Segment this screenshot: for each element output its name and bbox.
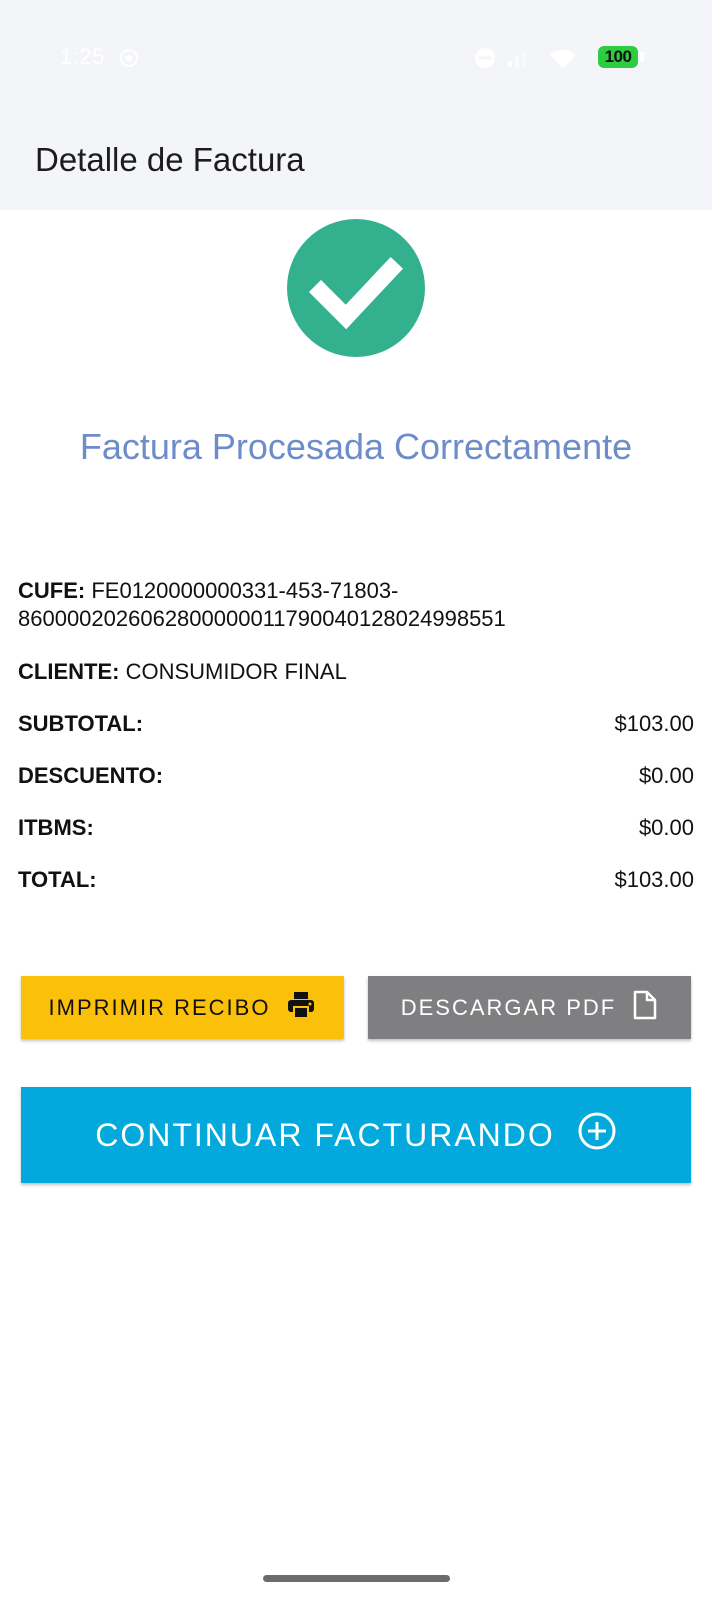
file-icon (632, 990, 658, 1026)
add-circle-icon (577, 1111, 617, 1159)
cliente-row: CLIENTE: CONSUMIDOR FINAL (18, 658, 694, 686)
itbms-label: ITBMS: (18, 815, 94, 840)
status-bar: 1:25 100 (0, 38, 712, 82)
descuento-value: $0.00 (638, 763, 694, 788)
subtotal-value: $103.00 (614, 711, 694, 736)
subtotal-row: SUBTOTAL: $103.00 (18, 710, 694, 738)
cufe-value-line2: 8600002026062800000011790040128024998551 (18, 606, 506, 631)
printer-icon (286, 990, 316, 1026)
cufe-row: CUFE: FE0120000000331-453-71803- 8600002… (18, 577, 694, 633)
download-pdf-label: DESCARGAR PDF (400, 994, 617, 1020)
continue-invoicing-label: CONTINUAR FACTURANDO (95, 1116, 555, 1153)
total-row: TOTAL: $103.00 (18, 866, 694, 894)
signal-icon (506, 47, 528, 74)
home-indicator (263, 1575, 450, 1582)
total-value: $103.00 (614, 867, 694, 892)
success-message: Factura Procesada Correctamente (79, 426, 633, 467)
success-check-icon (287, 219, 425, 357)
itbms-row: ITBMS: $0.00 (18, 814, 694, 842)
battery-tip (640, 52, 644, 62)
page-title: Detalle de Factura (35, 141, 305, 178)
download-pdf-button[interactable]: DESCARGAR PDF (368, 976, 691, 1039)
cliente-value: CONSUMIDOR FINAL (125, 659, 347, 684)
total-label: TOTAL: (18, 867, 97, 892)
print-receipt-label: IMPRIMIR RECIBO (48, 994, 271, 1020)
location-icon (118, 47, 140, 74)
status-time: 1:25 (60, 44, 105, 69)
print-receipt-button[interactable]: IMPRIMIR RECIBO (21, 976, 344, 1039)
app-header: 1:25 100 Detalle de Factura (0, 0, 712, 210)
subtotal-label: SUBTOTAL: (18, 711, 144, 736)
continue-invoicing-button[interactable]: CONTINUAR FACTURANDO (21, 1087, 691, 1183)
do-not-disturb-icon (474, 47, 496, 74)
cufe-label: CUFE: (18, 578, 86, 603)
invoice-detail-screen: 1:25 100 Detalle de Factura Factura Proc… (0, 0, 712, 1600)
cliente-label: CLIENTE: (18, 659, 120, 684)
battery-indicator: 100 (598, 46, 638, 68)
wifi-icon (548, 47, 578, 76)
cufe-value-line1: FE0120000000331-453-71803- (91, 578, 399, 603)
descuento-row: DESCUENTO: $0.00 (18, 762, 694, 790)
itbms-value: $0.00 (638, 815, 694, 840)
descuento-label: DESCUENTO: (18, 763, 164, 788)
